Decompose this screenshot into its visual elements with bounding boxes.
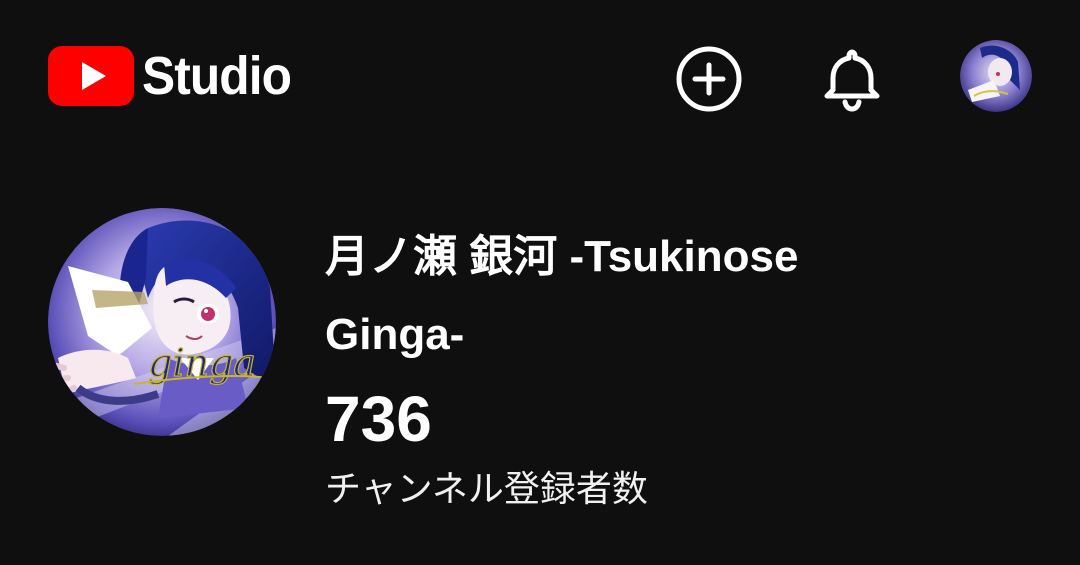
account-avatar[interactable] xyxy=(960,40,1032,112)
app-title: Studio xyxy=(142,46,292,106)
app-header: Studio xyxy=(0,0,1080,150)
studio-logo[interactable]: Studio xyxy=(48,46,304,106)
subscriber-label: チャンネル登録者数 xyxy=(325,469,648,510)
create-button[interactable] xyxy=(674,44,744,114)
subscriber-count: 736 xyxy=(325,383,432,455)
youtube-play-icon xyxy=(48,46,134,106)
avatar-ginga-text: ginga xyxy=(148,341,256,385)
channel-avatar[interactable]: ginga xyxy=(48,208,276,436)
bell-icon xyxy=(824,49,880,112)
channel-info: 月ノ瀬 銀河 -Tsukinose Ginga- 736 チャンネル登録者数 xyxy=(325,218,1045,518)
avatar: ginga xyxy=(48,208,276,436)
channel-name: 月ノ瀬 銀河 -Tsukinose Ginga- xyxy=(325,232,799,359)
avatar xyxy=(960,40,1032,112)
notifications-button[interactable] xyxy=(817,44,887,114)
add-circle-icon xyxy=(676,46,742,112)
